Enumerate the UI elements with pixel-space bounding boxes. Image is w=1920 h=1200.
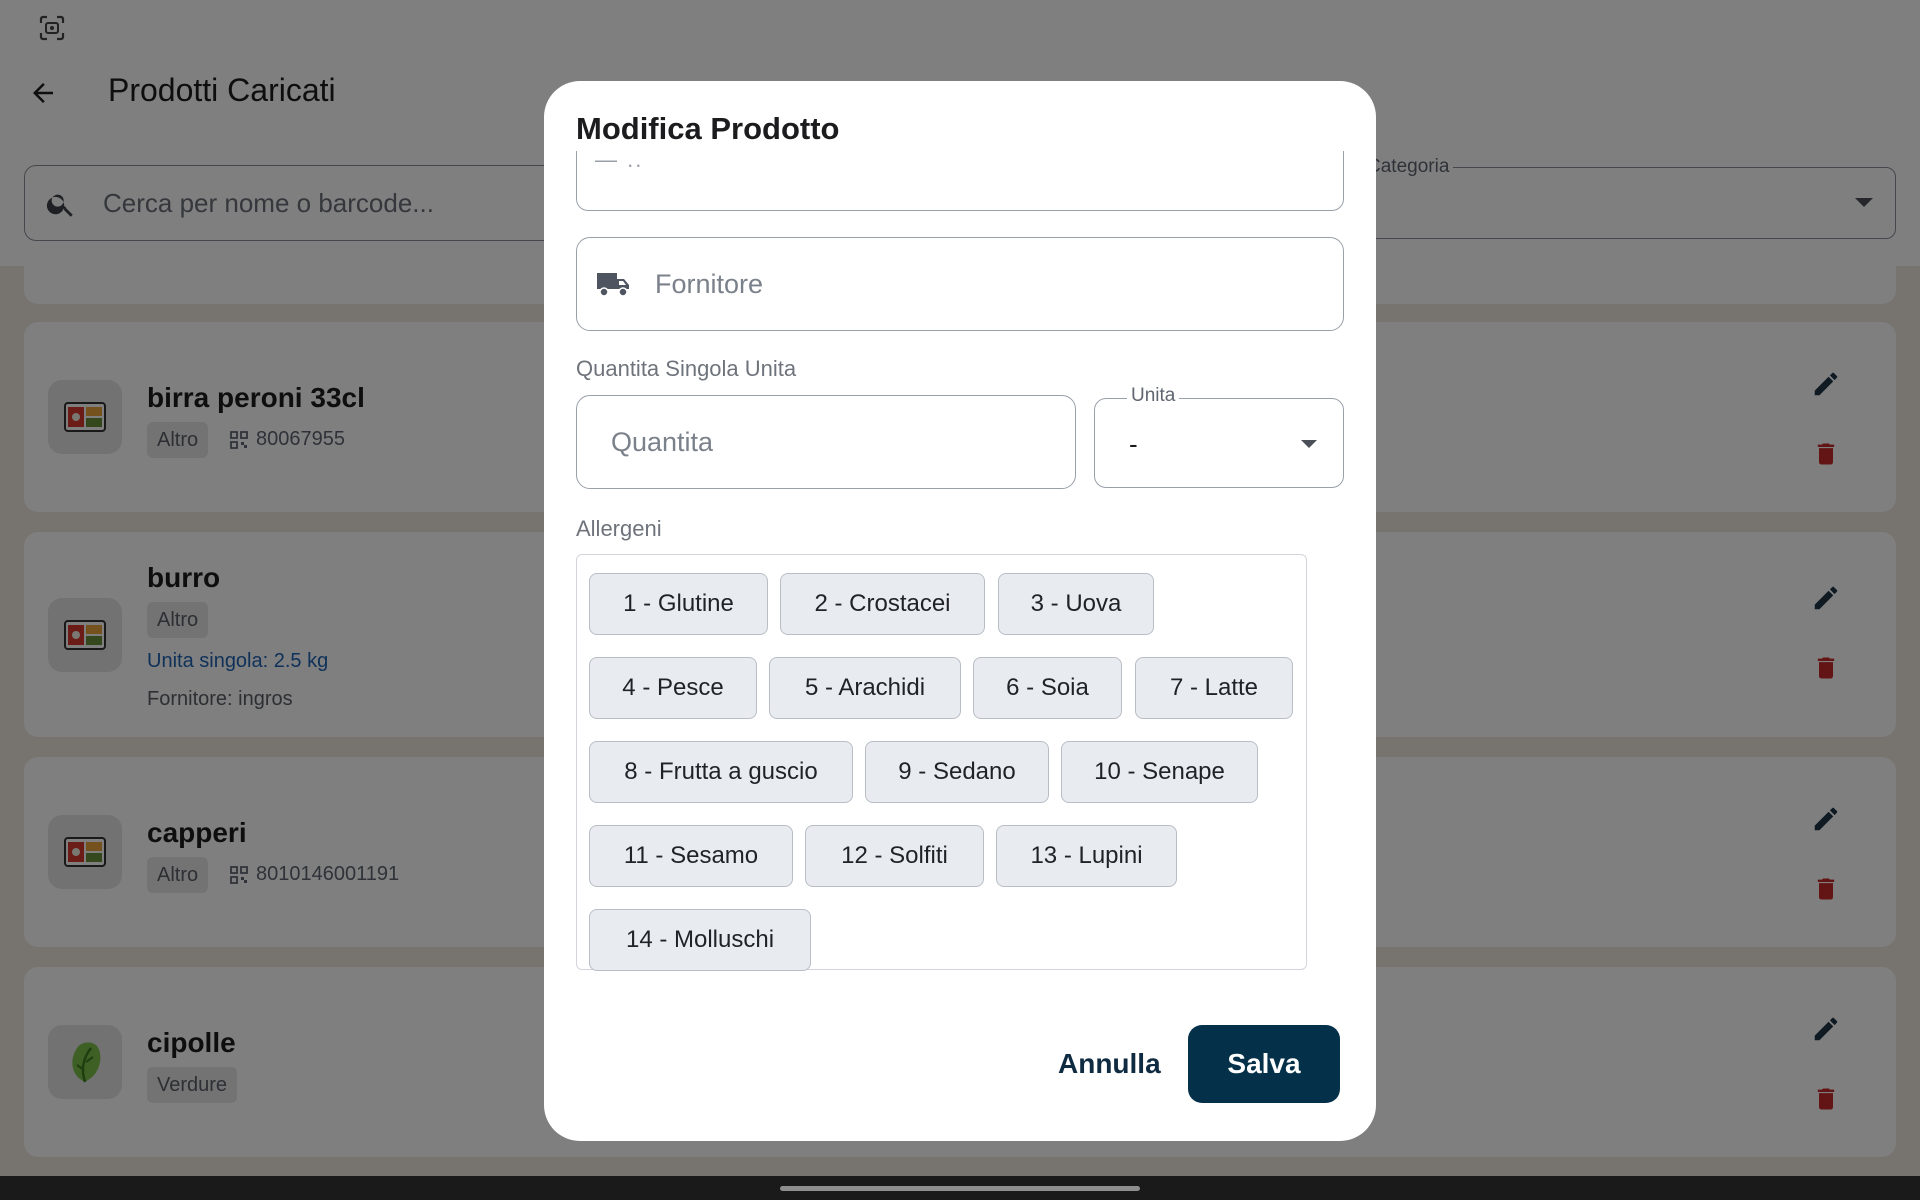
unit-dropdown[interactable]: Unita - (1094, 385, 1344, 488)
allergen-chip-soia[interactable]: 6 - Soia (973, 657, 1122, 719)
allergen-chip-uova[interactable]: 3 - Uova (998, 573, 1154, 635)
quantity-field[interactable] (576, 395, 1076, 489)
truck-icon (597, 273, 629, 297)
allergen-chip-frutta-a-guscio[interactable]: 8 - Frutta a guscio (589, 741, 853, 803)
allergens-label: Allergeni (576, 516, 662, 541)
allergen-chip-lupini[interactable]: 13 - Lupini (996, 825, 1177, 887)
quantity-section-label: Quantita Singola Unita (576, 356, 797, 381)
supplier-field[interactable] (576, 237, 1344, 331)
gesture-handle[interactable] (780, 1186, 1140, 1191)
allergen-chip-pesce[interactable]: 4 - Pesce (589, 657, 757, 719)
allergen-chip-sedano[interactable]: 9 - Sedano (865, 741, 1049, 803)
allergen-chip-glutine[interactable]: 1 - Glutine (589, 573, 768, 635)
unit-selected-value: - (1129, 429, 1138, 459)
save-button[interactable]: Salva (1188, 1025, 1340, 1103)
allergens-container: 1 - Glutine 2 - Crostacei 3 - Uova 4 - P… (576, 554, 1307, 971)
unit-label: Unita (1127, 385, 1180, 407)
allergen-chip-arachidi[interactable]: 5 - Arachidi (769, 657, 961, 719)
allergen-chip-molluschi[interactable]: 14 - Molluschi (589, 909, 811, 971)
clipped-field-value: — .. (595, 147, 644, 172)
allergen-chip-crostacei[interactable]: 2 - Crostacei (780, 573, 985, 635)
system-navigation-bar (0, 1176, 1920, 1200)
allergen-chip-latte[interactable]: 7 - Latte (1135, 657, 1293, 719)
allergen-chip-sesamo[interactable]: 11 - Sesamo (589, 825, 793, 887)
dialog-title: Modifica Prodotto (576, 111, 840, 146)
clipped-text-field[interactable]: — .. (576, 147, 1344, 211)
edit-product-dialog: Modifica Prodotto — .. Quantita Singola … (544, 81, 1376, 1141)
cancel-button[interactable]: Annulla (1046, 1025, 1173, 1103)
chevron-down-icon (1301, 440, 1317, 448)
quantity-input[interactable] (611, 396, 1051, 488)
allergen-chip-solfiti[interactable]: 12 - Solfiti (805, 825, 984, 887)
supplier-input[interactable] (655, 238, 1315, 330)
allergen-chip-senape[interactable]: 10 - Senape (1061, 741, 1258, 803)
